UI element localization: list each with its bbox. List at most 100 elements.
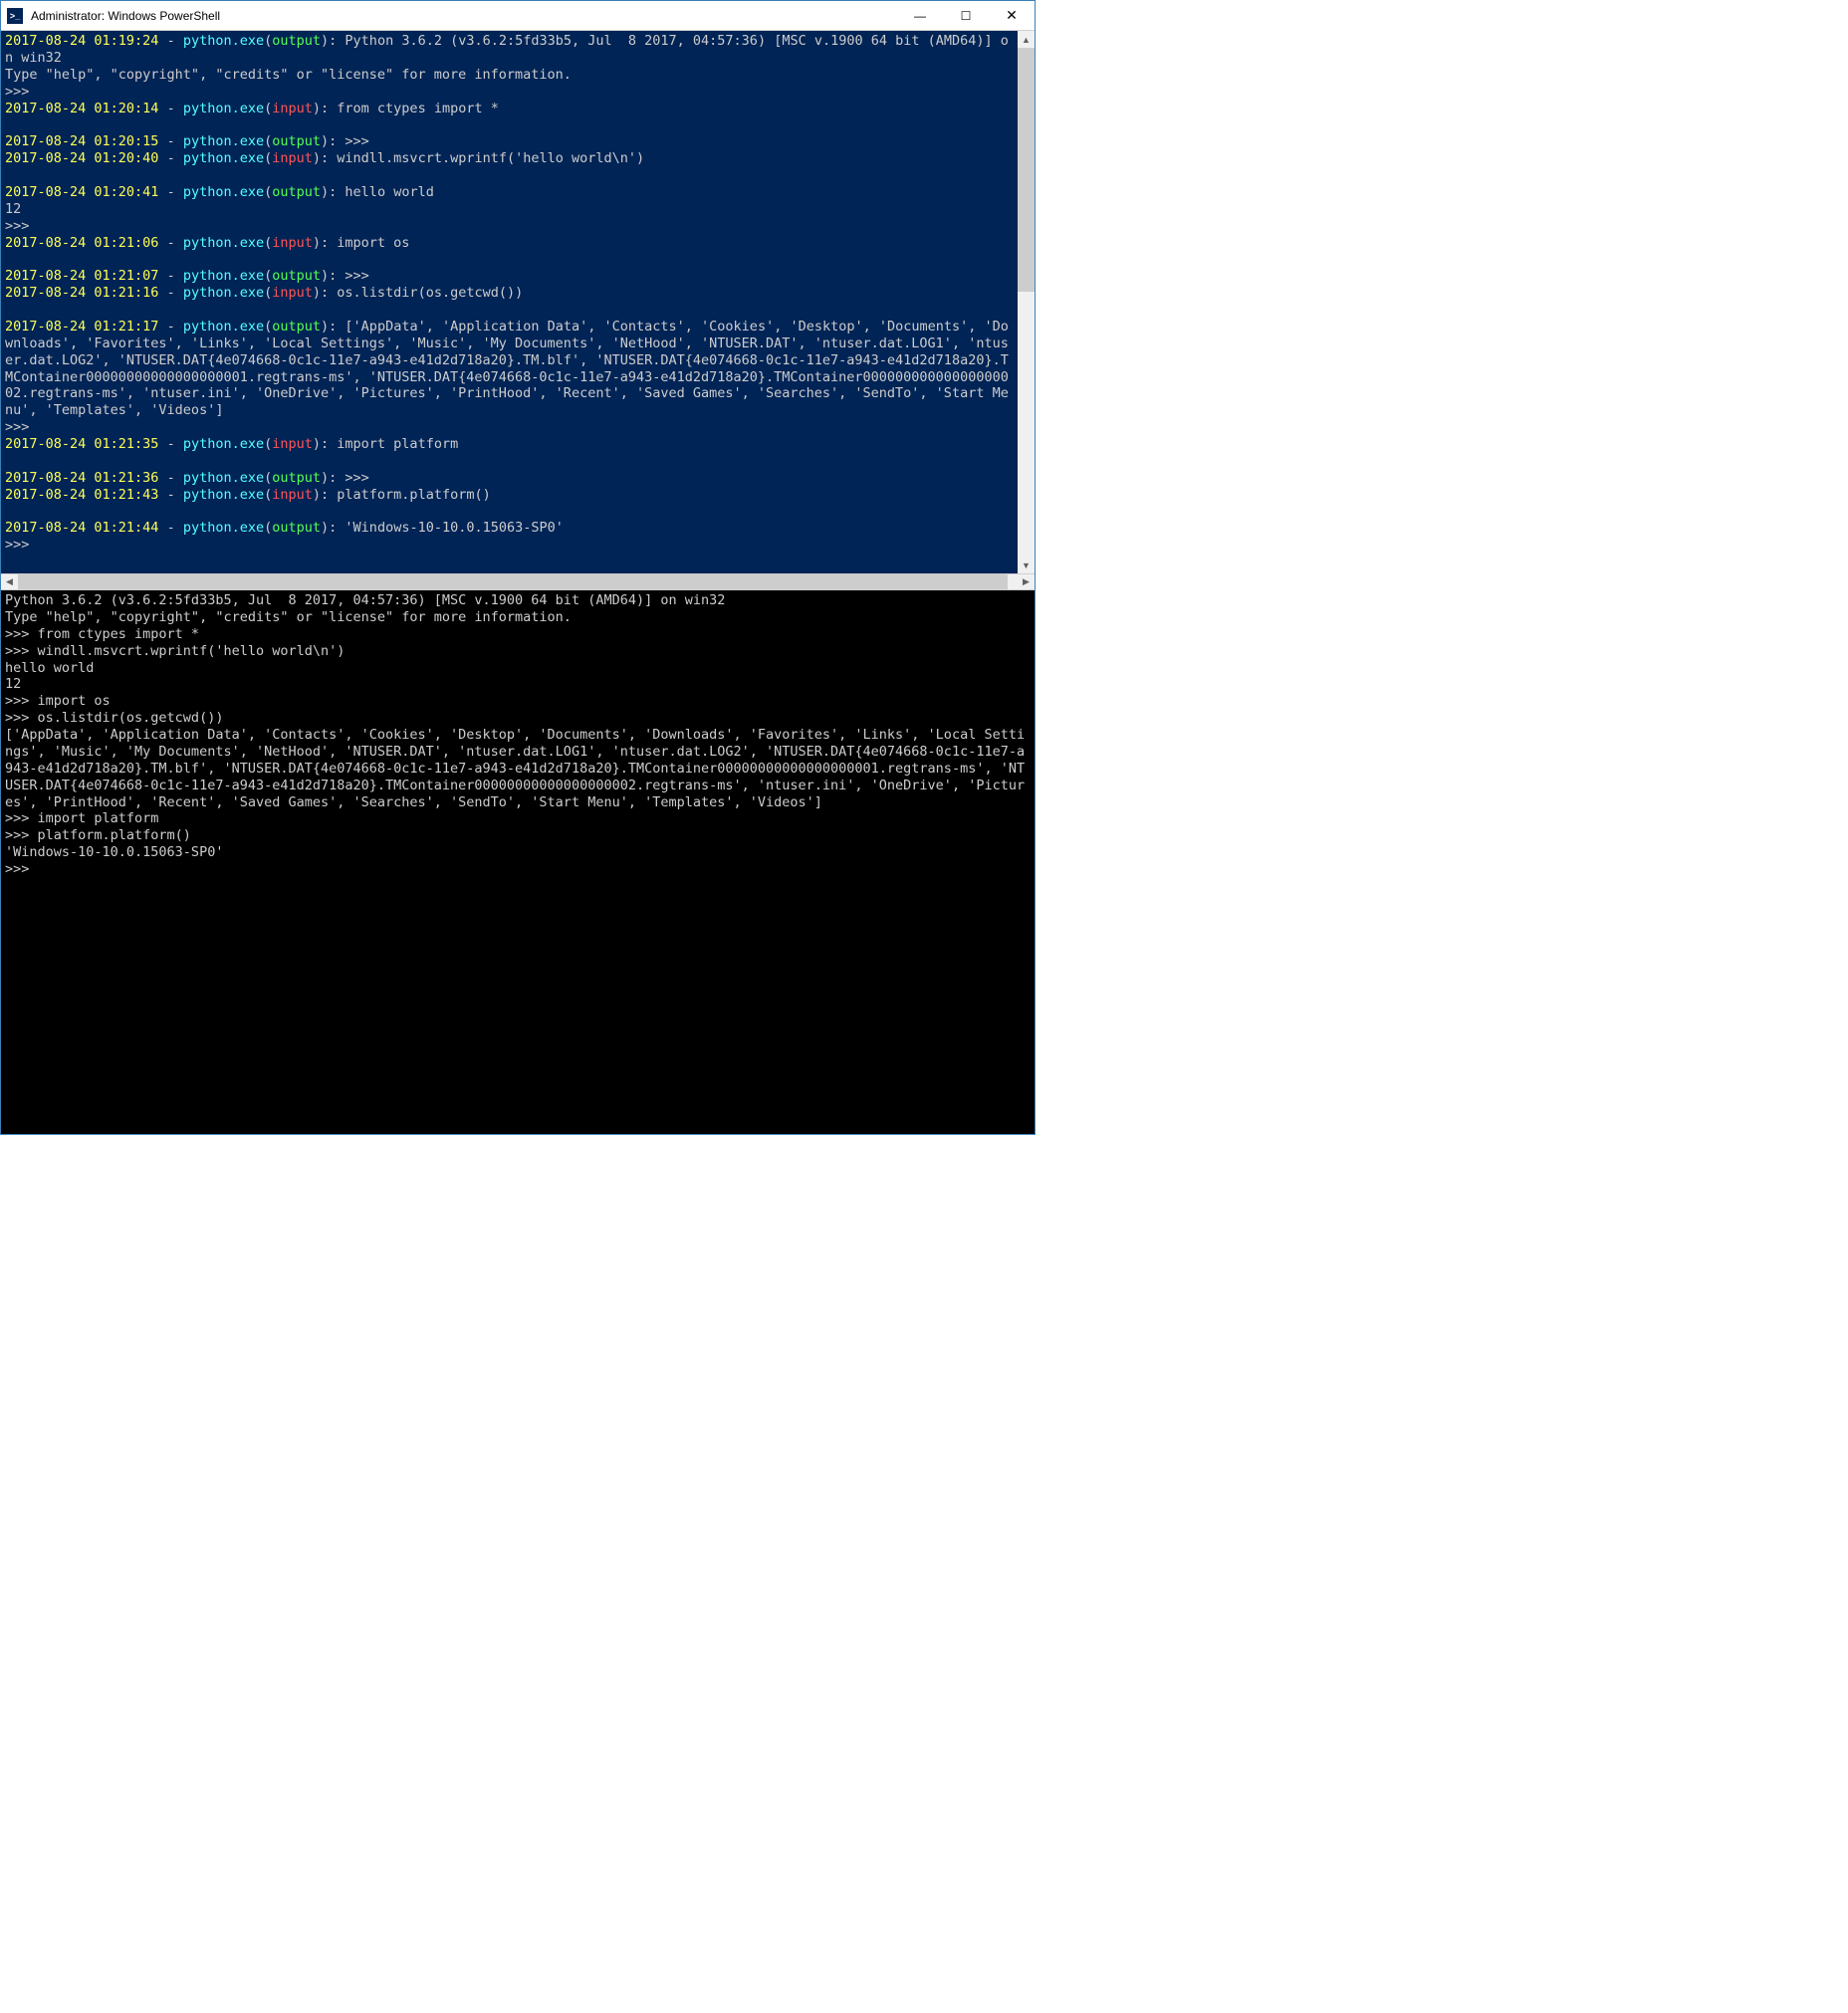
terminal-line: ['AppData', 'Application Data', 'Contact… (5, 727, 1031, 810)
io-type: output (272, 184, 321, 200)
scroll-right-arrow[interactable]: ▶ (1018, 574, 1035, 589)
hscroll-thumb[interactable] (18, 574, 1008, 589)
separator: - (158, 33, 182, 49)
powershell-icon: >_ (7, 8, 23, 24)
terminal-line: 2017-08-24 01:21:44 - python.exe(output)… (5, 520, 1016, 537)
terminal-line: 2017-08-24 01:21:35 - python.exe(input):… (5, 436, 1016, 453)
separator: - (158, 150, 182, 166)
process-name: python.exe (183, 319, 264, 335)
io-type: input (272, 101, 313, 116)
separator: - (158, 520, 182, 536)
process-name: python.exe (183, 133, 264, 149)
terminal-line: 12 (5, 676, 1031, 693)
terminal-line: 2017-08-24 01:21:17 - python.exe(output)… (5, 319, 1016, 419)
separator: - (158, 235, 182, 251)
content-area: 2017-08-24 01:19:24 - python.exe(output)… (1, 31, 1035, 1134)
separator: - (158, 285, 182, 301)
process-name: python.exe (183, 235, 264, 251)
log-message: : >>> (329, 133, 369, 149)
timestamp: 2017-08-24 01:19:24 (5, 33, 158, 49)
log-message: : 'Windows-10-10.0.15063-SP0' (329, 520, 564, 536)
terminal-line: >>> (5, 419, 1016, 436)
process-name: python.exe (183, 520, 264, 536)
terminal-line: 2017-08-24 01:21:43 - python.exe(input):… (5, 487, 1016, 504)
terminal-line: >>> (5, 218, 1016, 235)
timestamp: 2017-08-24 01:21:35 (5, 436, 158, 452)
horizontal-scrollbar[interactable]: ◀ ▶ (1, 573, 1035, 590)
terminal-line: >>> from ctypes import * (5, 626, 1031, 643)
io-type: output (272, 319, 321, 335)
timestamp: 2017-08-24 01:21:16 (5, 285, 158, 301)
python-repl-pane[interactable]: Python 3.6.2 (v3.6.2:5fd33b5, Jul 8 2017… (1, 590, 1035, 1134)
terminal-line: 2017-08-24 01:20:15 - python.exe(output)… (5, 133, 1016, 150)
process-name: python.exe (183, 470, 264, 486)
terminal-line: Type "help", "copyright", "credits" or "… (5, 67, 1016, 84)
top-pane-wrap: 2017-08-24 01:19:24 - python.exe(output)… (1, 31, 1035, 573)
terminal-line: 2017-08-24 01:21:36 - python.exe(output)… (5, 470, 1016, 487)
io-type: input (272, 235, 313, 251)
vertical-scrollbar[interactable]: ▲ ▼ (1018, 31, 1035, 573)
timestamp: 2017-08-24 01:21:36 (5, 470, 158, 486)
io-type: input (272, 436, 313, 452)
scroll-up-arrow[interactable]: ▲ (1018, 31, 1035, 48)
hscroll-track[interactable] (18, 574, 1018, 589)
terminal-line: >>> import os (5, 693, 1031, 710)
terminal-line: 2017-08-24 01:21:06 - python.exe(input):… (5, 235, 1016, 252)
terminal-line: >>> (5, 84, 1016, 101)
process-name: python.exe (183, 184, 264, 200)
log-message: : import platform (321, 436, 458, 452)
window-title: Administrator: Windows PowerShell (29, 9, 897, 23)
log-message: : >>> (329, 470, 369, 486)
scroll-down-arrow[interactable]: ▼ (1018, 557, 1035, 573)
terminal-line: >>> windll.msvcrt.wprintf('hello world\n… (5, 643, 1031, 660)
process-name: python.exe (183, 268, 264, 284)
log-message: : os.listdir(os.getcwd()) (321, 285, 523, 301)
timestamp: 2017-08-24 01:21:06 (5, 235, 158, 251)
terminal-line: 'Windows-10-10.0.15063-SP0' (5, 844, 1031, 861)
process-name: python.exe (183, 33, 264, 49)
separator: - (158, 184, 182, 200)
maximize-button[interactable]: ☐ (943, 1, 989, 30)
terminal-line: Type "help", "copyright", "credits" or "… (5, 609, 1031, 626)
separator: - (158, 319, 182, 335)
terminal-line: 2017-08-24 01:20:41 - python.exe(output)… (5, 184, 1016, 201)
terminal-line (5, 116, 1016, 133)
terminal-line: 2017-08-24 01:21:07 - python.exe(output)… (5, 268, 1016, 285)
process-name: python.exe (183, 487, 264, 503)
process-name: python.exe (183, 101, 264, 116)
titlebar[interactable]: >_ Administrator: Windows PowerShell — ☐… (1, 1, 1035, 31)
timestamp: 2017-08-24 01:20:14 (5, 101, 158, 116)
vscroll-track[interactable] (1018, 48, 1035, 557)
separator: - (158, 101, 182, 116)
terminal-line: 2017-08-24 01:19:24 - python.exe(output)… (5, 33, 1016, 67)
powershell-output-pane[interactable]: 2017-08-24 01:19:24 - python.exe(output)… (1, 31, 1035, 573)
separator: - (158, 470, 182, 486)
terminal-line (5, 251, 1016, 268)
io-type: output (272, 133, 321, 149)
io-type: output (272, 33, 321, 49)
timestamp: 2017-08-24 01:20:15 (5, 133, 158, 149)
log-message: : import os (321, 235, 409, 251)
vscroll-thumb[interactable] (1018, 48, 1035, 292)
separator: - (158, 487, 182, 503)
separator: - (158, 133, 182, 149)
io-type: output (272, 268, 321, 284)
terminal-line: >>> platform.platform() (5, 827, 1031, 844)
terminal-line: Python 3.6.2 (v3.6.2:5fd33b5, Jul 8 2017… (5, 592, 1031, 609)
terminal-line: 2017-08-24 01:20:14 - python.exe(input):… (5, 101, 1016, 117)
log-message: : platform.platform() (321, 487, 491, 503)
minimize-button[interactable]: — (897, 1, 943, 30)
process-name: python.exe (183, 285, 264, 301)
terminal-line (5, 504, 1016, 521)
close-button[interactable]: ✕ (989, 1, 1035, 30)
timestamp: 2017-08-24 01:21:43 (5, 487, 158, 503)
timestamp: 2017-08-24 01:20:40 (5, 150, 158, 166)
timestamp: 2017-08-24 01:21:07 (5, 268, 158, 284)
scroll-left-arrow[interactable]: ◀ (1, 574, 18, 589)
timestamp: 2017-08-24 01:20:41 (5, 184, 158, 200)
io-type: input (272, 285, 313, 301)
log-message: : from ctypes import * (321, 101, 499, 116)
separator: - (158, 268, 182, 284)
process-name: python.exe (183, 436, 264, 452)
terminal-line: hello world (5, 660, 1031, 677)
